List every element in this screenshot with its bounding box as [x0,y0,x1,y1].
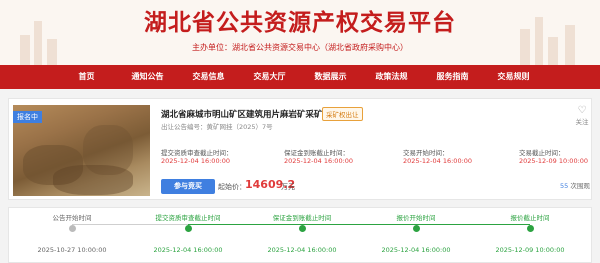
step-date: 2025-12-09 10:00:00 [495,246,565,254]
category-tag: 采矿权出让 [322,107,363,121]
price-unit: 万元 [281,183,295,191]
nav-item-notices[interactable]: 通知公告 [117,65,178,89]
step-date: 2025-12-04 16:00:00 [381,246,451,254]
price-label: 起始价： [218,183,246,191]
nav-item-trade-rules[interactable]: 交易规则 [483,65,544,89]
deadline-label: 交易截止时间： [519,149,565,157]
step-dot [298,225,306,232]
deadline-label: 保证金到账截止时间： [284,149,349,157]
step-label: 保证金到账截止时间 [272,214,332,222]
follow-label: 关注 [575,118,589,126]
step-label: 报价截止时间 [510,214,550,222]
project-card: 报名中 湖北省麻城市明山矿区建筑用片麻岩矿采矿权 采矿权出让 出让公告编号：黄矿… [8,98,592,200]
nav-item-policy[interactable]: 政策法规 [361,65,422,89]
timeline-connector [188,224,530,225]
view-count-label: 次围观 [570,182,590,190]
deadline-value: 2025-12-04 16:00:00 [403,157,473,165]
step-label: 公告开始时间 [52,214,92,222]
deadline-value: 2025-12-09 10:00:00 [519,157,589,165]
join-bid-button[interactable]: 参与竞买 [161,179,215,194]
heart-icon: ♡ [577,105,587,116]
project-title[interactable]: 湖北省麻城市明山矿区建筑用片麻岩矿采矿权 [161,108,331,120]
sponsor-label: 主办单位： [192,43,232,52]
timeline-step: 保证金到账截止时间 2025-12-04 16:00:00 [255,212,349,254]
step-label: 提交资质审查截止时间 [155,214,221,222]
timeline-step: 报价截止时间 2025-12-09 10:00:00 [483,212,577,254]
timeline-step: 公告开始时间 2025-10-27 10:00:00 [25,212,119,254]
step-date: 2025-12-04 16:00:00 [153,246,223,254]
site-title: 湖北省公共资源产权交易平台 [144,10,456,36]
deadline-label: 提交资质审查截止时间： [161,149,233,157]
deadline-label: 交易开始时间： [403,149,449,157]
step-dot [526,225,534,232]
main-nav: 首页 通知公告 交易信息 交易大厅 数据展示 政策法规 服务指南 交易规则 [0,65,600,89]
step-date: 2025-10-27 10:00:00 [37,246,107,254]
site-header: 湖北省公共资源产权交易平台 主办单位：湖北省公共资源交易中心（湖北省政府采购中心… [0,0,600,65]
timeline-step: 提交资质审查截止时间 2025-12-04 16:00:00 [141,212,235,254]
status-badge: 报名中 [13,111,42,123]
deadline-value: 2025-12-04 16:00:00 [284,157,354,165]
nav-item-data[interactable]: 数据展示 [300,65,361,89]
view-count-number: 55 [560,182,569,190]
project-photo[interactable]: 报名中 [13,105,150,196]
nav-item-trade-info[interactable]: 交易信息 [178,65,239,89]
project-number: 出让公告编号：黄矿网挂（2025）7号 [161,123,273,131]
step-date: 2025-12-04 16:00:00 [267,246,337,254]
step-dot [68,225,76,232]
view-count: 55 次围观 [560,180,590,190]
step-dot [412,225,420,232]
sponsor-line: 主办单位：湖北省公共资源交易中心（湖北省政府采购中心） [0,42,600,53]
nav-item-service-guide[interactable]: 服务指南 [422,65,483,89]
progress-timeline: 公告开始时间 2025-10-27 10:00:00 提交资质审查截止时间 20… [8,207,592,263]
nav-item-home[interactable]: 首页 [56,65,117,89]
timeline-step: 报价开始时间 2025-12-04 16:00:00 [369,212,463,254]
step-label: 报价开始时间 [396,214,436,222]
follow-button[interactable]: ♡ 关注 [573,105,591,127]
deadline-value: 2025-12-04 16:00:00 [161,157,231,165]
nav-item-trade-hall[interactable]: 交易大厅 [239,65,300,89]
step-dot [184,225,192,232]
sponsor-name: 湖北省公共资源交易中心（湖北省政府采购中心） [232,43,408,52]
